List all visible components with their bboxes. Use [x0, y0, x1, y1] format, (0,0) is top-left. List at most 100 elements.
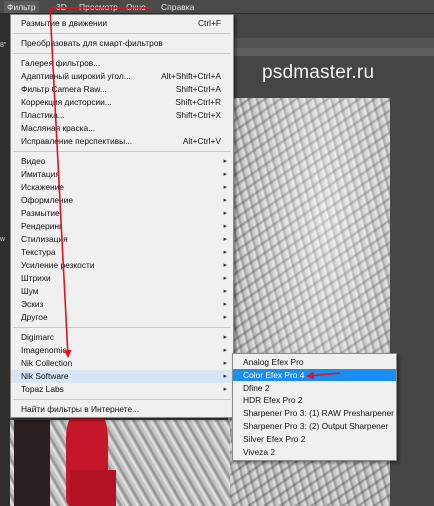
filter-menu-item[interactable]: Фильтр Camera Raw... Shift+Ctrl+A — [11, 83, 233, 96]
filter-menu-item-label: Imagenomic — [21, 345, 67, 355]
filter-menu-item-label: Искажение — [21, 182, 64, 192]
filter-menu-item[interactable]: Размытие в движении Ctrl+F — [11, 17, 233, 30]
filter-menu-item-label: Исправление перспективы... — [21, 136, 133, 146]
submenu-arrow-icon: ▸ — [223, 275, 227, 282]
menu-bar: Фильтр 3D Просмотр Окно Справка — [0, 0, 434, 14]
filter-menu-item[interactable]: Текстура ▸ — [11, 246, 233, 259]
filter-menu-item-shortcut: Alt+Ctrl+V — [182, 136, 221, 146]
filter-menu-item[interactable]: Адаптивный широкий угол... Alt+Shift+Ctrl… — [11, 70, 233, 83]
filter-menu-item[interactable]: Размытие ▸ — [11, 207, 233, 220]
nik-submenu-item[interactable]: HDR Efex Pro 2 — [233, 394, 396, 407]
nik-submenu-item[interactable]: Viveza 2 — [233, 446, 396, 459]
filter-menu-item[interactable]: Усиление резкости ▸ — [11, 259, 233, 272]
filter-menu-item[interactable]: Масляная краска... — [11, 122, 233, 135]
submenu-arrow-icon: ▸ — [223, 314, 227, 321]
nik-software-submenu: Analog Efex Pro Color Efex Pro 4 Dfine 2 HD… — [232, 353, 397, 461]
submenu-arrow-icon: ▸ — [223, 223, 227, 230]
filter-menu-item[interactable]: Imagenomic ▸ — [11, 344, 233, 357]
submenu-arrow-icon: ▸ — [223, 184, 227, 191]
filter-menu-item-shortcut: Shift+Ctrl+A — [175, 84, 221, 94]
filter-menu-item[interactable]: Коррекция дисторсии... Shift+Ctrl+R — [11, 96, 233, 109]
menu-separator — [13, 151, 231, 152]
filter-menu-item-label: Другое — [21, 312, 48, 322]
filter-menu-item-shortcut: Alt+Shift+Ctrl+A — [161, 71, 221, 81]
filter-menu-item-label: Текстура — [21, 247, 56, 257]
menu-filter[interactable]: Фильтр — [4, 1, 39, 13]
filter-menu-item[interactable]: Nik Collection ▸ — [11, 357, 233, 370]
submenu-arrow-icon: ▸ — [223, 347, 227, 354]
filter-menu-item[interactable]: Галерея фильтров... — [11, 57, 233, 70]
submenu-arrow-icon: ▸ — [223, 210, 227, 217]
left-panel-label: 8" — [0, 42, 7, 49]
nik-submenu-item[interactable]: Color Efex Pro 4 — [233, 368, 396, 382]
menu-separator — [13, 53, 231, 54]
menu-3d[interactable]: 3D — [56, 2, 67, 12]
menu-separator — [13, 399, 231, 400]
nik-submenu-item[interactable]: Silver Efex Pro 2 — [233, 433, 396, 446]
ruler — [234, 48, 434, 56]
menu-separator — [13, 33, 231, 34]
filter-menu-item[interactable]: Исправление перспективы... Alt+Ctrl+V — [11, 135, 233, 148]
filter-menu-item-label: Преобразовать для смарт-фильтров — [21, 38, 163, 48]
menu-help[interactable]: Справка — [161, 2, 194, 12]
submenu-arrow-icon: ▸ — [223, 236, 227, 243]
photo-red-dress-hem — [70, 470, 116, 506]
filter-menu-item-label: Nik Software — [21, 371, 69, 381]
nik-submenu-item[interactable]: Sharpener Pro 3: (2) Output Sharpener — [233, 420, 396, 433]
submenu-arrow-icon: ▸ — [223, 249, 227, 256]
filter-menu-item[interactable]: Штрихи ▸ — [11, 272, 233, 285]
filter-menu-item[interactable]: Nik Software ▸ — [11, 370, 233, 383]
submenu-arrow-icon: ▸ — [223, 262, 227, 269]
filter-menu-item-label: Topaz Labs — [21, 384, 64, 394]
nik-submenu-item[interactable]: Analog Efex Pro — [233, 356, 396, 369]
filter-menu-item[interactable]: Topaz Labs ▸ — [11, 383, 233, 396]
filter-menu-item[interactable]: Оформление ▸ — [11, 194, 233, 207]
filter-menu-item-label: Шум — [21, 286, 39, 296]
filter-menu-item[interactable]: Шум ▸ — [11, 285, 233, 298]
menu-view[interactable]: Просмотр — [79, 2, 118, 12]
menu-separator — [13, 327, 231, 328]
filter-menu-item[interactable]: Рендеринг ▸ — [11, 220, 233, 233]
submenu-arrow-icon: ▸ — [223, 288, 227, 295]
submenu-arrow-icon: ▸ — [223, 360, 227, 367]
filter-menu-item[interactable]: Найти фильтры в Интернете... — [11, 403, 233, 416]
submenu-arrow-icon: ▸ — [223, 334, 227, 341]
filter-menu-item[interactable]: Пластика... Shift+Ctrl+X — [11, 109, 233, 122]
filter-menu-item-label: Оформление — [21, 195, 73, 205]
filter-menu-item[interactable]: Имитация ▸ — [11, 168, 233, 181]
filter-menu-item[interactable]: Искажение ▸ — [11, 181, 233, 194]
filter-menu-item-label: Фильтр Camera Raw... — [21, 84, 107, 94]
filter-menu-item-label: Имитация — [21, 169, 60, 179]
filter-menu-item-label: Адаптивный широкий угол... — [21, 71, 131, 81]
submenu-arrow-icon: ▸ — [223, 197, 227, 204]
filter-menu-item-label: Найти фильтры в Интернете... — [21, 404, 140, 414]
filter-menu-item[interactable]: Другое ▸ — [11, 311, 233, 324]
menu-window[interactable]: Окно — [126, 2, 146, 12]
filter-menu-item[interactable]: Преобразовать для смарт-фильтров — [11, 37, 233, 50]
filter-menu-item[interactable]: Эскиз ▸ — [11, 298, 233, 311]
filter-menu-item-label: Эскиз — [21, 299, 44, 309]
filter-menu-item[interactable]: Видео ▸ — [11, 155, 233, 168]
submenu-arrow-icon: ▸ — [223, 171, 227, 178]
filter-menu-item-shortcut: Ctrl+F — [197, 18, 221, 28]
filter-menu-item-label: Коррекция дисторсии... — [21, 97, 112, 107]
submenu-arrow-icon: ▸ — [223, 373, 227, 380]
filter-menu-item-label: Галерея фильтров... — [21, 58, 101, 68]
filter-menu-item-label: Рендеринг — [21, 221, 63, 231]
filter-menu-item-label: Усиление резкости — [21, 260, 95, 270]
filter-menu-item-label: Nik Collection — [21, 358, 73, 368]
nik-submenu-item[interactable]: Dfine 2 — [233, 382, 396, 395]
filter-menu-item-label: Стилизация — [21, 234, 68, 244]
submenu-arrow-icon: ▸ — [223, 386, 227, 393]
filter-menu-item[interactable]: Digimarc ▸ — [11, 331, 233, 344]
filter-menu: Размытие в движении Ctrl+F Преобразовать д… — [10, 14, 234, 418]
filter-menu-item-label: Масляная краска... — [21, 123, 96, 133]
brand-watermark: psdmaster.ru — [262, 62, 375, 83]
filter-menu-item-label: Пластика... — [21, 110, 65, 120]
nik-submenu-item[interactable]: Sharpener Pro 3: (1) RAW Presharpener — [233, 407, 396, 420]
filter-menu-item-shortcut: Shift+Ctrl+R — [175, 97, 221, 107]
filter-menu-item-shortcut: Shift+Ctrl+X — [175, 110, 221, 120]
filter-menu-item-label: Штрихи — [21, 273, 51, 283]
filter-menu-item-label: Видео — [21, 156, 46, 166]
filter-menu-item[interactable]: Стилизация ▸ — [11, 233, 233, 246]
